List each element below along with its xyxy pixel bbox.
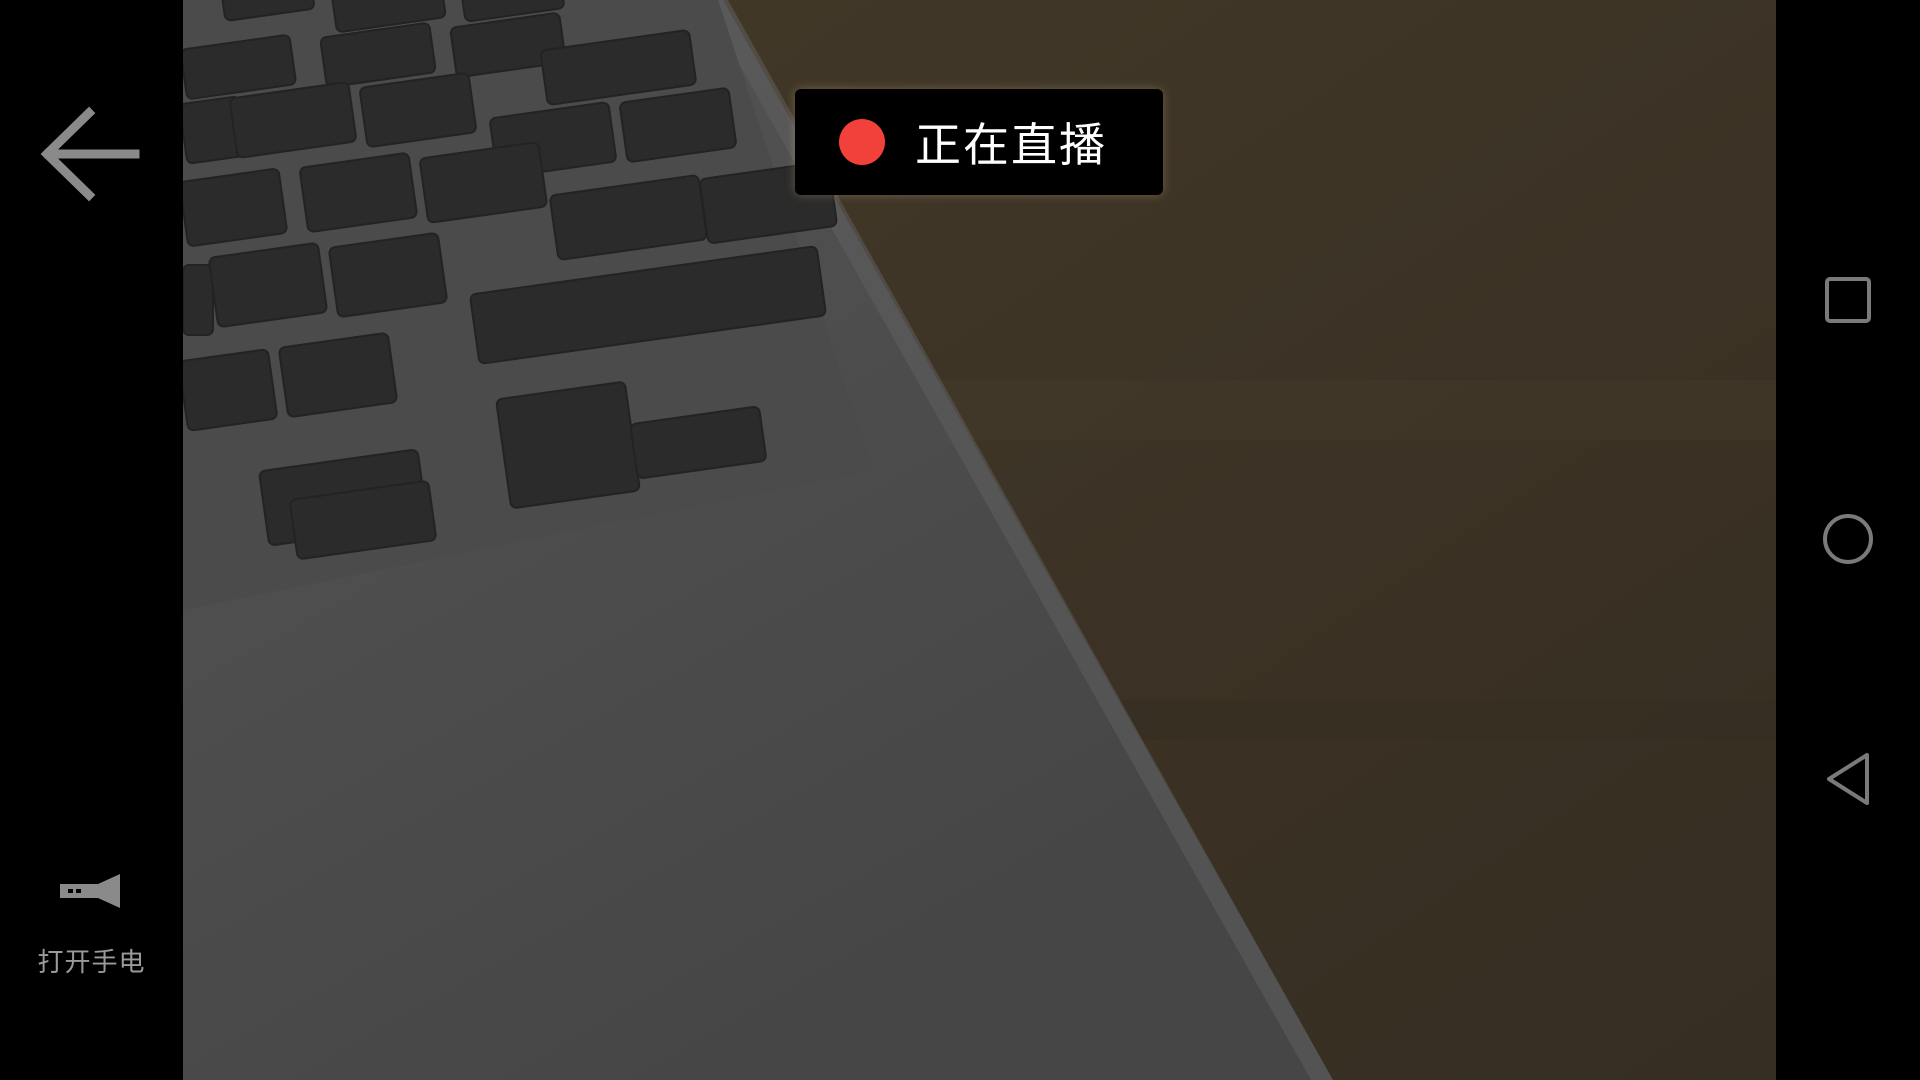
back-button[interactable] [32,96,148,212]
flashlight-label: 打开手电 [37,948,146,978]
square-recents-icon [1825,277,1871,323]
camera-preview: 正在直播 [183,0,1776,1080]
arrow-left-icon [40,106,140,202]
left-control-bar: 打开手电 [0,0,183,1080]
live-indicator-dot [839,119,885,165]
flashlight-toggle[interactable]: 打开手电 [0,860,183,980]
triangle-back-icon [1827,753,1869,805]
recents-button[interactable] [1812,264,1884,336]
live-status-text: 正在直播 [915,118,1107,172]
live-camera-screen: 打开手电 正在直播 [0,0,1920,1080]
system-navigation-bar [1776,0,1920,1080]
home-button[interactable] [1812,503,1884,575]
flashlight-icon [60,874,120,908]
circle-home-icon [1823,514,1873,564]
live-status-badge: 正在直播 [795,89,1163,195]
nav-back-button[interactable] [1812,743,1884,815]
